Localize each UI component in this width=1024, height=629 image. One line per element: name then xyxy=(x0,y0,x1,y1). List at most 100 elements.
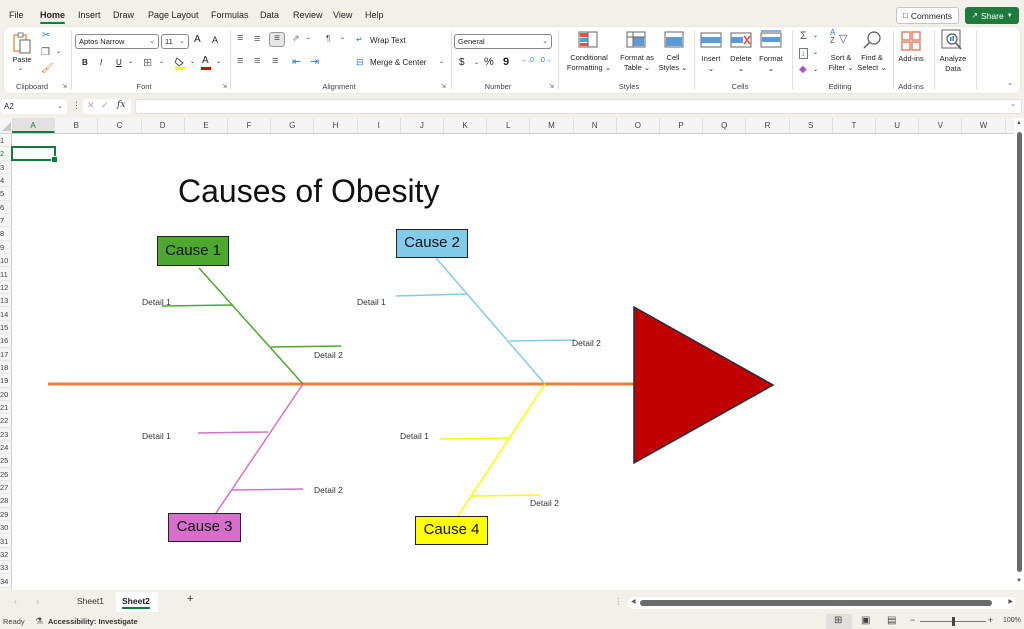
sheet-tab-sheet1[interactable]: Sheet1 xyxy=(77,596,104,606)
prev-sheet-icon[interactable]: ‹ xyxy=(14,596,17,606)
cause-3-detail-1-label[interactable]: Detail 1 xyxy=(142,431,171,441)
conditional-formatting-icon[interactable] xyxy=(578,31,598,49)
more-options-icon[interactable]: ⋮ xyxy=(72,100,81,111)
zoom-in-button[interactable]: + xyxy=(988,615,993,625)
cause-4-box[interactable]: Cause 4 xyxy=(415,516,488,545)
alignment-launcher-icon[interactable]: ⇲ xyxy=(441,83,446,90)
font-color-dropdown-icon[interactable]: ⌄ xyxy=(216,58,221,65)
fish-head-triangle[interactable] xyxy=(633,305,775,465)
shrink-font-button[interactable]: A xyxy=(212,35,218,45)
tab-file[interactable]: File xyxy=(9,10,24,20)
vertical-scroll-thumb[interactable] xyxy=(1017,132,1022,572)
cause-1-box[interactable]: Cause 1 xyxy=(157,236,229,266)
cause-2-detail-2-label[interactable]: Detail 2 xyxy=(572,338,601,348)
formula-input[interactable]: ⌄ xyxy=(135,99,1022,114)
italic-button[interactable]: I xyxy=(100,58,102,67)
text-direction-dropdown-icon[interactable]: ⌄ xyxy=(340,34,345,41)
autosum-dropdown-icon[interactable]: ⌄ xyxy=(813,32,818,39)
align-middle-icon[interactable]: ≡ xyxy=(254,33,260,45)
align-center-icon[interactable]: ≡ xyxy=(254,55,260,67)
cell-styles-icon[interactable] xyxy=(664,31,684,49)
autosum-button[interactable]: Σ xyxy=(800,30,807,42)
align-bottom-icon[interactable]: ≡ xyxy=(269,32,285,47)
conditional-formatting-button[interactable]: Conditional Formatting ⌄ xyxy=(564,53,614,73)
add-sheet-button[interactable]: + xyxy=(187,593,193,605)
cause-3-bone[interactable] xyxy=(215,383,304,514)
format-as-table-icon[interactable] xyxy=(626,31,646,49)
horizontal-scrollbar[interactable]: ◀ ▶ xyxy=(628,597,1016,609)
decrease-decimal-icon[interactable]: .0→ xyxy=(539,57,552,64)
page-layout-view-icon[interactable]: ▣ xyxy=(861,615,870,626)
format-painter-icon[interactable]: 🖌 xyxy=(41,63,54,74)
page-break-view-icon[interactable]: ▤ xyxy=(887,615,896,626)
fill-icon[interactable]: ↓ xyxy=(799,48,808,59)
insert-button[interactable]: Insert ⌄ xyxy=(696,54,726,74)
next-sheet-icon[interactable]: › xyxy=(36,596,39,606)
cause-4-detail-1-line[interactable] xyxy=(439,437,510,440)
merge-dropdown-icon[interactable]: ⌄ xyxy=(439,58,444,65)
underline-dropdown-icon[interactable]: ⌄ xyxy=(128,58,133,65)
addins-icon[interactable] xyxy=(901,31,921,51)
clear-dropdown-icon[interactable]: ⌄ xyxy=(813,66,818,73)
wrap-text-button[interactable]: Wrap Text xyxy=(370,36,406,45)
tab-view[interactable]: View xyxy=(333,10,352,20)
align-left-icon[interactable]: ≡ xyxy=(237,55,243,67)
decrease-indent-icon[interactable]: ⇤ xyxy=(292,55,301,68)
increase-indent-icon[interactable]: ⇥ xyxy=(310,55,319,68)
scroll-right-icon[interactable]: ▶ xyxy=(1008,598,1013,605)
copy-icon[interactable]: ❐ xyxy=(41,47,50,58)
align-right-icon[interactable]: ≡ xyxy=(272,55,278,67)
number-launcher-icon[interactable]: ⇲ xyxy=(549,83,554,90)
cause-2-detail-2-line[interactable] xyxy=(509,339,576,342)
copy-dropdown-icon[interactable]: ⌄ xyxy=(56,48,61,55)
sort-filter-icon[interactable]: AZ xyxy=(830,29,835,45)
orientation-dropdown-icon[interactable]: ⌄ xyxy=(306,34,311,41)
share-button[interactable]: ↗ Share ▼ xyxy=(965,7,1019,24)
font-name-select[interactable]: Aptos Narrow ⌄ xyxy=(75,34,159,49)
cause-2-detail-1-line[interactable] xyxy=(395,293,468,297)
orientation-icon[interactable]: ⇗ xyxy=(292,33,300,44)
comma-style-button[interactable]: 9 xyxy=(503,56,509,68)
find-select-button[interactable]: Find & Select ⌄ xyxy=(855,53,889,73)
cause-1-detail-1-line[interactable] xyxy=(161,304,234,307)
cause-4-detail-2-label[interactable]: Detail 2 xyxy=(530,498,559,508)
vertical-scrollbar[interactable]: ▲ ▼ xyxy=(1014,118,1024,590)
format-cells-icon[interactable] xyxy=(760,30,782,48)
insert-cells-icon[interactable] xyxy=(700,32,722,48)
paste-button[interactable]: Paste xyxy=(11,55,33,65)
paste-dropdown-icon[interactable]: ⌄ xyxy=(18,65,23,72)
cause-1-detail-1-label[interactable]: Detail 1 xyxy=(142,297,171,307)
comments-button[interactable]: □ Comments xyxy=(896,7,959,24)
scroll-down-icon[interactable]: ▼ xyxy=(1016,578,1022,584)
align-top-icon[interactable]: ≡ xyxy=(237,32,243,44)
name-box[interactable]: A2 ⌄ xyxy=(1,99,67,114)
insert-function-icon[interactable]: fx xyxy=(117,100,125,110)
tab-data[interactable]: Data xyxy=(260,10,279,20)
underline-button[interactable]: U xyxy=(116,58,122,67)
font-launcher-icon[interactable]: ⇲ xyxy=(222,83,227,90)
borders-icon[interactable]: ⊞ xyxy=(143,56,152,69)
cause-1-detail-2-line[interactable] xyxy=(270,345,342,348)
cause-2-box[interactable]: Cause 2 xyxy=(396,229,468,258)
tab-review[interactable]: Review xyxy=(293,10,323,20)
accessibility-status[interactable]: Accessibility: Investigate xyxy=(48,617,138,626)
scroll-up-icon[interactable]: ▲ xyxy=(1016,120,1022,126)
find-select-icon[interactable] xyxy=(862,30,882,50)
text-direction-icon[interactable]: ¶ xyxy=(326,34,330,43)
cut-icon[interactable]: ✂ xyxy=(42,30,50,41)
cause-1-detail-2-label[interactable]: Detail 2 xyxy=(314,350,343,360)
percent-button[interactable]: % xyxy=(484,56,494,68)
number-format-select[interactable]: General ⌄ xyxy=(454,34,552,49)
increase-decimal-icon[interactable]: ←.0 xyxy=(521,57,534,64)
tab-page-layout[interactable]: Page Layout xyxy=(148,10,199,20)
sheet-tab-sheet2[interactable]: Sheet2 xyxy=(122,596,150,609)
font-color-icon[interactable]: A xyxy=(200,55,212,70)
zoom-level[interactable]: 100% xyxy=(1003,617,1021,624)
cause-4-detail-1-label[interactable]: Detail 1 xyxy=(400,431,429,441)
cause-2-bone[interactable] xyxy=(435,257,546,385)
addins-button[interactable]: Add-ins xyxy=(894,54,928,64)
clipboard-launcher-icon[interactable]: ⇲ xyxy=(62,83,67,90)
enter-icon[interactable]: ✓ xyxy=(101,100,109,111)
scroll-left-icon[interactable]: ◀ xyxy=(631,598,636,605)
analyze-data-icon[interactable] xyxy=(941,29,963,51)
